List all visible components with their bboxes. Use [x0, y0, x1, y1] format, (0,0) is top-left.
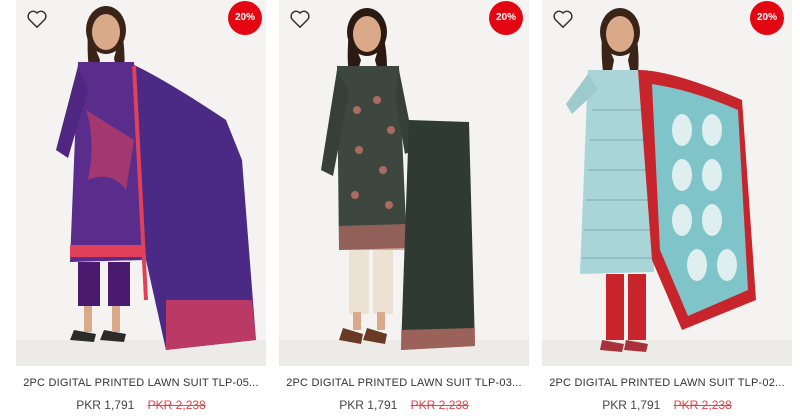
discount-badge: 20%: [228, 1, 262, 35]
sale-price: PKR 1,791: [339, 398, 398, 412]
original-price: PKR 2,238: [147, 398, 206, 412]
wishlist-heart-icon[interactable]: [552, 9, 574, 29]
price-row: PKR 1,791 PKR 2,238: [16, 398, 266, 412]
price-row: PKR 1,791 PKR 2,238: [542, 398, 792, 412]
price-row: PKR 1,791 PKR 2,238: [279, 398, 529, 412]
wishlist-heart-icon[interactable]: [289, 9, 311, 29]
product-name[interactable]: 2PC DIGITAL PRINTED LAWN SUIT TLP-03...: [279, 377, 529, 389]
discount-badge: 20%: [489, 1, 523, 35]
product-image[interactable]: 20%: [16, 0, 266, 366]
sale-price: PKR 1,791: [602, 398, 661, 412]
product-name[interactable]: 2PC DIGITAL PRINTED LAWN SUIT TLP-05...: [16, 377, 266, 389]
original-price: PKR 2,238: [410, 398, 469, 412]
product-image[interactable]: 20%: [279, 0, 529, 366]
product-grid: 20% 2PC DIGITAL PRINTED LAWN SUIT TLP-05…: [0, 0, 800, 419]
discount-badge: 20%: [750, 1, 784, 35]
product-image[interactable]: 20%: [542, 0, 792, 366]
product-name[interactable]: 2PC DIGITAL PRINTED LAWN SUIT TLP-02...: [542, 377, 792, 389]
wishlist-heart-icon[interactable]: [26, 9, 48, 29]
original-price: PKR 2,238: [673, 398, 732, 412]
product-card[interactable]: 20% 2PC DIGITAL PRINTED LAWN SUIT TLP-02…: [542, 0, 792, 419]
sale-price: PKR 1,791: [76, 398, 135, 412]
product-card[interactable]: 20% 2PC DIGITAL PRINTED LAWN SUIT TLP-03…: [279, 0, 529, 419]
product-card[interactable]: 20% 2PC DIGITAL PRINTED LAWN SUIT TLP-05…: [16, 0, 266, 419]
